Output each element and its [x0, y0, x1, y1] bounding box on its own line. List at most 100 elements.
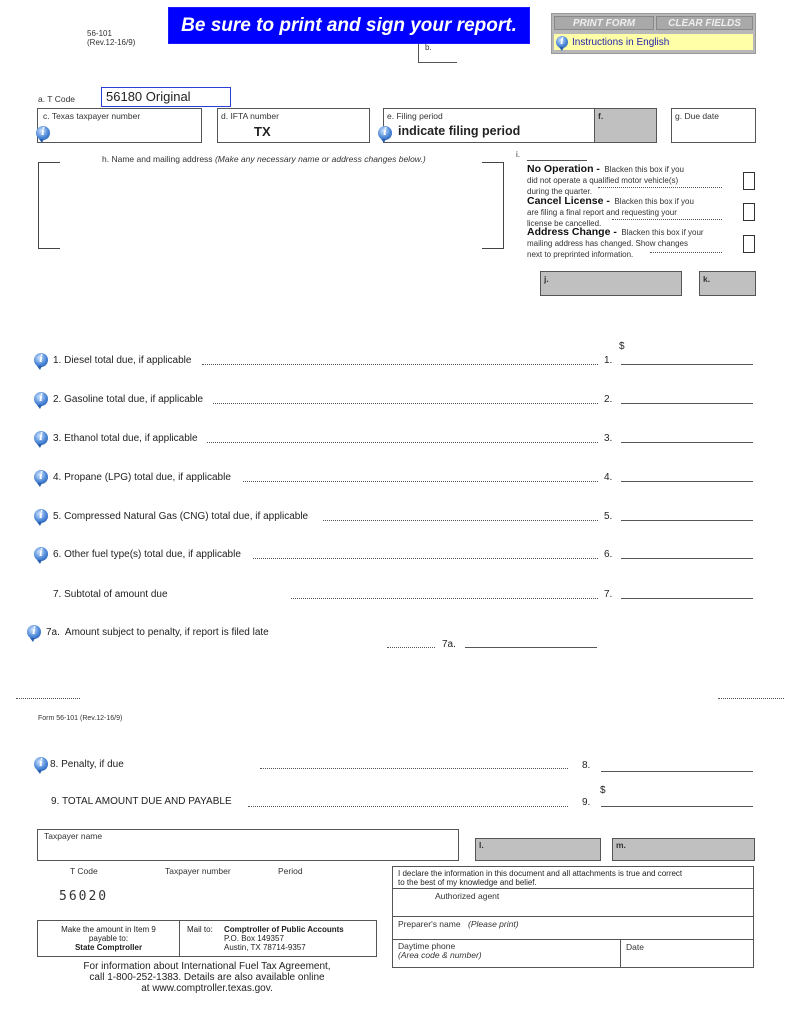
- info-icon[interactable]: i: [34, 392, 48, 409]
- taxpayer-name-field[interactable]: Taxpayer name: [37, 829, 459, 861]
- leader-dots: [323, 520, 598, 521]
- name-address-label: h. Name and mailing address (Make any ne…: [102, 154, 426, 164]
- date-label: Date: [626, 942, 644, 952]
- declaration-line: to the best of my knowledge and belief.: [398, 878, 537, 887]
- leader-dots: [387, 647, 435, 648]
- line-9-label: 9. TOTAL AMOUNT DUE AND PAYABLE: [51, 796, 232, 807]
- declaration-line: I declare the information in this docume…: [398, 869, 683, 878]
- info-icon[interactable]: i: [27, 625, 41, 642]
- due-date-label: g. Due date: [675, 111, 719, 121]
- info-icon[interactable]: i: [36, 126, 50, 143]
- payable-to-cell: Make the amount in Item 9 payable to: St…: [38, 921, 180, 956]
- field-f-label: f.: [598, 111, 604, 121]
- filing-period-value: indicate filing period: [398, 124, 521, 138]
- info-icon[interactable]: i: [34, 431, 48, 448]
- line-7-label: 7. Subtotal of amount due: [53, 589, 168, 600]
- stub-form-ref: Form 56-101 (Rev.12-16/9): [38, 715, 123, 722]
- line-8-amount-input[interactable]: [601, 771, 753, 772]
- preparer-name-note: (Please print): [468, 919, 519, 929]
- currency-symbol: $: [619, 341, 625, 352]
- line-7a-label: Amount subject to penalty, if report is …: [64, 626, 269, 638]
- line-6-number: 6.: [604, 549, 613, 560]
- authorized-agent-label: Authorized agent: [435, 891, 500, 901]
- stub-period-label: Period: [278, 866, 303, 876]
- filing-period-field[interactable]: e. Filing period i indicate filing perio…: [378, 108, 595, 143]
- taxpayer-name-label: Taxpayer name: [44, 831, 103, 841]
- line-1-label: 1. Diesel total due, if applicable: [53, 354, 192, 366]
- cancel-license-checkbox[interactable]: [743, 203, 755, 221]
- line-1-amount-input[interactable]: [621, 364, 753, 365]
- ifta-number-field[interactable]: d. IFTA number TX: [217, 108, 370, 143]
- info-icon[interactable]: i: [34, 470, 48, 487]
- info-icon[interactable]: i: [34, 547, 48, 564]
- taxpayer-number-field[interactable]: c. Texas taxpayer number i: [36, 108, 202, 143]
- cancel-license-title: Cancel License -: [527, 195, 610, 207]
- info-icon[interactable]: i: [34, 509, 48, 526]
- form-controls-panel: PRINT FORM CLEAR FIELDS i Instructions i…: [551, 13, 756, 54]
- leader-dots: [260, 768, 568, 769]
- line-1: i 1. Diesel total due, if applicable: [34, 353, 192, 370]
- form-revision: (Rev.12-16/9): [87, 38, 136, 47]
- name-address-field[interactable]: [60, 165, 482, 245]
- line-7-amount-input[interactable]: [621, 598, 753, 599]
- mail-address-line: Comptroller of Public Accounts: [224, 925, 344, 934]
- due-date-field[interactable]: g. Due date: [671, 108, 756, 143]
- no-operation-checkbox[interactable]: [743, 172, 755, 190]
- preparer-name-field[interactable]: Preparer's name (Please print): [393, 916, 753, 940]
- field-i-rule: [527, 160, 587, 161]
- leader-dots: [612, 219, 722, 220]
- stub-taxpayer-number-label: Taxpayer number: [165, 866, 231, 876]
- line-4-amount-input[interactable]: [621, 481, 753, 482]
- field-b[interactable]: b.: [418, 43, 457, 63]
- line-2: i 2. Gasoline total due, if applicable: [34, 392, 203, 409]
- t-code-label: a. T Code: [38, 94, 76, 104]
- cancel-license-desc: Blacken this box if you: [614, 197, 694, 206]
- info-icon[interactable]: i: [34, 353, 48, 370]
- leader-dots: [207, 442, 598, 443]
- name-address-label-text: h. Name and mailing address: [102, 154, 213, 164]
- payable-text: Make the amount in Item 9: [61, 925, 156, 934]
- line-3-label: 3. Ethanol total due, if applicable: [53, 432, 198, 444]
- print-sign-banner: Be sure to print and sign your report.: [168, 7, 530, 44]
- address-change-desc: Blacken this box if your: [621, 228, 704, 237]
- line-8: i 8. Penalty, if due: [34, 757, 124, 774]
- address-change-title: Address Change -: [527, 226, 617, 238]
- line-5: i 5. Compressed Natural Gas (CNG) total …: [34, 509, 308, 526]
- authorized-agent-field[interactable]: Authorized agent: [393, 888, 753, 917]
- taxpayer-number-label: c. Texas taxpayer number: [43, 111, 141, 121]
- tear-line-right: [718, 698, 784, 699]
- field-l: l.: [475, 838, 601, 861]
- line-7a-number: 7a.: [442, 639, 456, 650]
- print-form-button[interactable]: PRINT FORM: [554, 16, 654, 30]
- filing-period-label: e. Filing period: [387, 111, 443, 121]
- clear-fields-button[interactable]: CLEAR FIELDS: [656, 16, 753, 30]
- leader-dots: [291, 598, 598, 599]
- ifta-info-line: For information about International Fuel…: [83, 961, 331, 972]
- line-3-amount-input[interactable]: [621, 442, 753, 443]
- line-3-number: 3.: [604, 433, 613, 444]
- ifta-number-label: d. IFTA number: [221, 111, 279, 121]
- preparer-name-label: Preparer's name: [398, 919, 461, 929]
- line-4-number: 4.: [604, 472, 613, 483]
- name-address-bracket-left: [38, 162, 60, 249]
- line-2-amount-input[interactable]: [621, 403, 753, 404]
- mail-address-line: P.O. Box 149357: [224, 934, 284, 943]
- instructions-link[interactable]: i Instructions in English: [554, 34, 753, 51]
- daytime-phone-field[interactable]: Daytime phone (Area code & number): [393, 939, 621, 967]
- field-l-label: l.: [479, 840, 484, 850]
- daytime-phone-note: (Area code & number): [398, 950, 482, 960]
- line-5-amount-input[interactable]: [621, 520, 753, 521]
- line-9-amount-input[interactable]: [601, 806, 753, 807]
- address-change-desc: next to preprinted information.: [527, 250, 634, 259]
- line-7a-amount-input[interactable]: [465, 647, 597, 648]
- line-3: i 3. Ethanol total due, if applicable: [34, 431, 198, 448]
- t-code-field[interactable]: 56180 Original: [101, 87, 231, 107]
- leader-dots: [213, 403, 598, 404]
- info-icon[interactable]: i: [34, 757, 48, 774]
- field-i-label: i.: [516, 150, 520, 159]
- line-6-amount-input[interactable]: [621, 558, 753, 559]
- date-field[interactable]: Date: [621, 939, 753, 968]
- address-change-checkbox[interactable]: [743, 235, 755, 253]
- info-icon[interactable]: i: [378, 126, 392, 143]
- stub-t-code-value: 56020: [59, 889, 109, 904]
